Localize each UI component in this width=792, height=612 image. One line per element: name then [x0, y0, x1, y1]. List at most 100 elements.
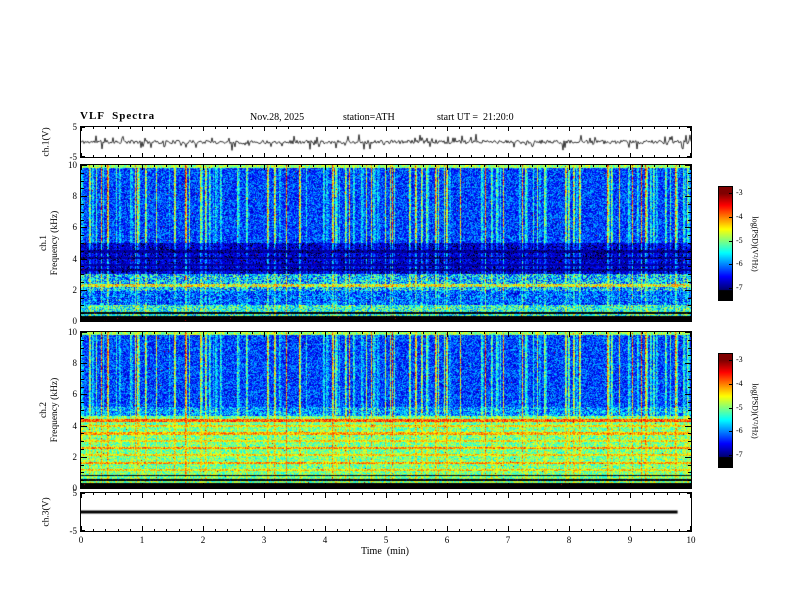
ch2-frequency-axis-label: ch.2 Frequency (kHz): [39, 377, 60, 443]
x-tick-minor: [362, 127, 363, 129]
x-tick-minor: [532, 493, 533, 495]
freq-tick-minor: [688, 449, 691, 450]
x-tick-minor: [496, 165, 497, 167]
x-tick-minor: [349, 127, 350, 129]
x-tick-minor: [154, 486, 155, 488]
x-tick-minor: [557, 165, 558, 167]
time-tick-label: 3: [261, 535, 267, 545]
x-tick-minor: [435, 529, 436, 531]
x-tick-minor: [410, 493, 411, 495]
x-tick-minor: [374, 319, 375, 321]
x-tick-minor: [276, 493, 277, 495]
x-tick-major: [142, 153, 143, 157]
x-tick-major: [264, 316, 265, 321]
freq-tick-minor: [81, 305, 84, 306]
freq-tick-major: [81, 320, 87, 321]
x-tick-minor: [606, 319, 607, 321]
x-tick-minor: [606, 529, 607, 531]
x-tick-minor: [118, 319, 119, 321]
x-tick-minor: [179, 155, 180, 157]
x-tick-minor: [374, 529, 375, 531]
x-tick-minor: [337, 319, 338, 321]
freq-tick-minor: [81, 188, 84, 189]
x-tick-minor: [679, 127, 680, 129]
x-tick-major: [142, 483, 143, 488]
x-tick-minor: [398, 127, 399, 129]
x-tick-minor: [484, 486, 485, 488]
freq-tick-major: [685, 227, 691, 228]
x-tick-minor: [471, 529, 472, 531]
x-tick-minor: [362, 332, 363, 334]
x-tick-minor: [581, 319, 582, 321]
freq-tick-minor: [688, 243, 691, 244]
freq-tick-major: [685, 363, 691, 364]
x-tick-minor: [93, 319, 94, 321]
freq-tick-label: 0: [72, 316, 78, 326]
freq-tick-label: 10: [68, 327, 77, 337]
x-tick-minor: [276, 332, 277, 334]
x-tick-minor: [496, 127, 497, 129]
freq-tick-minor: [688, 387, 691, 388]
x-tick-minor: [423, 332, 424, 334]
x-tick-major: [203, 153, 204, 157]
x-tick-minor: [410, 486, 411, 488]
freq-tick-minor: [688, 402, 691, 403]
x-tick-minor: [520, 486, 521, 488]
x-tick-major: [325, 316, 326, 321]
x-tick-minor: [276, 529, 277, 531]
x-tick-minor: [581, 127, 582, 129]
time-tick-label: 7: [505, 535, 511, 545]
x-tick-major: [264, 127, 265, 131]
freq-tick-major: [81, 426, 87, 427]
ch1-colorbar: log(PSD)(V²/Hz) -3 -4 -5 -6 -7: [718, 186, 760, 301]
freq-tick-minor: [688, 348, 691, 349]
x-tick-minor: [349, 332, 350, 334]
freq-tick-minor: [81, 348, 84, 349]
x-tick-minor: [93, 332, 94, 334]
freq-tick-minor: [81, 181, 84, 182]
x-tick-minor: [532, 319, 533, 321]
freq-tick-label: 6: [72, 222, 78, 232]
colorbar-tick: [729, 431, 732, 432]
x-tick-minor: [606, 165, 607, 167]
x-tick-minor: [313, 319, 314, 321]
x-tick-major: [508, 165, 509, 170]
colorbar-tick: [729, 360, 732, 361]
x-tick-minor: [532, 332, 533, 334]
x-tick-minor: [593, 319, 594, 321]
colorbar-tick-label: -6: [736, 426, 743, 435]
freq-tick-minor: [81, 379, 84, 380]
x-tick-minor: [166, 127, 167, 129]
x-tick-minor: [227, 155, 228, 157]
x-tick-minor: [313, 155, 314, 157]
freq-tick-minor: [688, 188, 691, 189]
freq-tick-minor: [688, 251, 691, 252]
x-tick-minor: [374, 127, 375, 129]
x-tick-minor: [252, 165, 253, 167]
x-tick-minor: [667, 332, 668, 334]
x-tick-major: [630, 332, 631, 337]
freq-tick-minor: [81, 243, 84, 244]
x-tick-minor: [118, 529, 119, 531]
x-tick-minor: [545, 127, 546, 129]
x-tick-major: [630, 493, 631, 498]
x-tick-minor: [349, 155, 350, 157]
x-tick-major: [142, 127, 143, 131]
freq-tick-major: [81, 165, 87, 166]
x-tick-minor: [618, 486, 619, 488]
x-tick-minor: [581, 529, 582, 531]
x-tick-minor: [118, 486, 119, 488]
x-tick-major: [142, 316, 143, 321]
freq-tick-minor: [688, 433, 691, 434]
freq-tick-label: 8: [72, 358, 78, 368]
freq-tick-minor: [81, 480, 84, 481]
figure-title: VLF Spectra: [80, 110, 156, 122]
freq-tick-minor: [688, 204, 691, 205]
x-tick-minor: [93, 127, 94, 129]
x-tick-minor: [130, 486, 131, 488]
x-tick-minor: [642, 486, 643, 488]
x-tick-minor: [337, 493, 338, 495]
x-tick-major: [447, 483, 448, 488]
x-tick-minor: [545, 529, 546, 531]
freq-tick-label: 4: [72, 254, 78, 264]
